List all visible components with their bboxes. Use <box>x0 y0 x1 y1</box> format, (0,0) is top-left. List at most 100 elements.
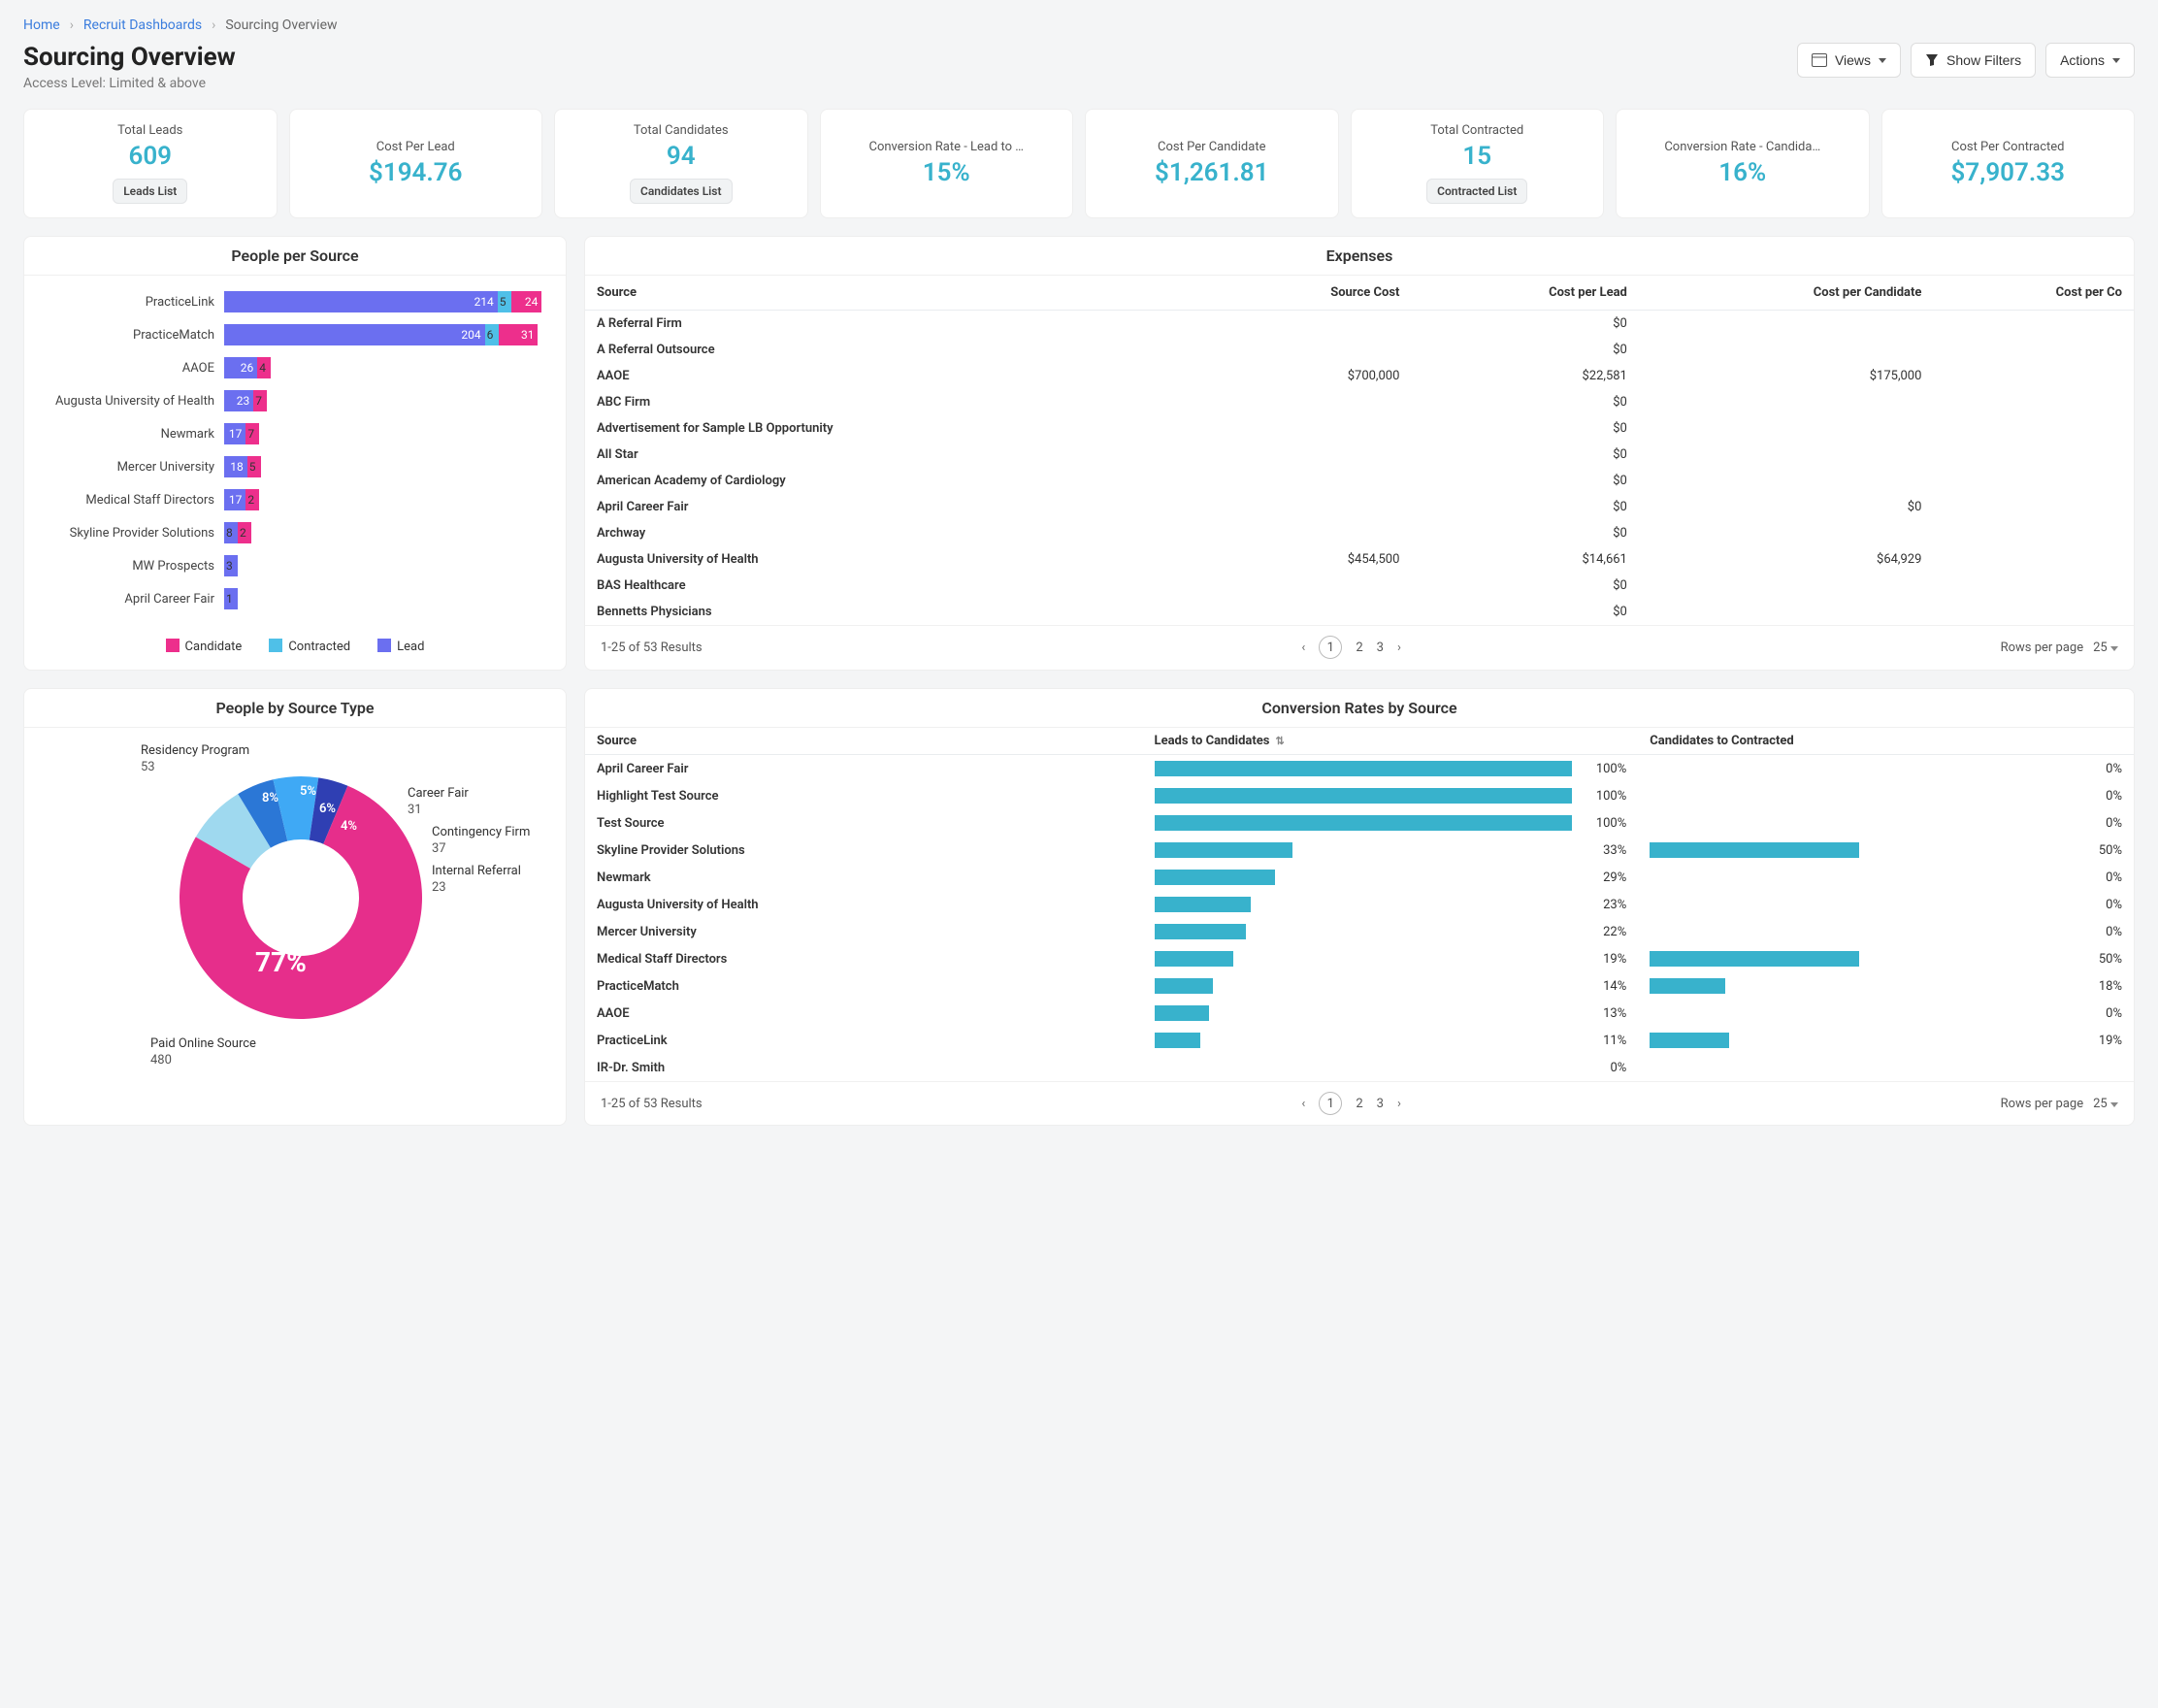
cell-source: Test Source <box>585 809 1143 837</box>
chevron-right-icon: › <box>70 17 74 33</box>
kpi-link-button[interactable]: Contracted List <box>1426 179 1527 204</box>
bar-value: 13% <box>1582 1006 1626 1021</box>
pps-legend: Candidate Contracted Lead <box>24 629 566 670</box>
bar-fill <box>1155 1033 1200 1048</box>
pps-seg-lead: 3 <box>224 555 238 576</box>
col-l2c[interactable]: Leads to Candidates⇅ <box>1143 728 1639 755</box>
legend-candidate: Candidate <box>185 640 243 654</box>
cell-source: All Star <box>585 442 1204 468</box>
kpi-value: 16% <box>1626 158 1859 187</box>
cell-source: Archway <box>585 520 1204 546</box>
pps-bar: 237 <box>224 390 550 411</box>
page-next[interactable]: › <box>1397 1097 1401 1111</box>
page-number[interactable]: 3 <box>1377 1097 1384 1111</box>
cell-bar: 0% <box>1638 864 2134 891</box>
table-row: Advertisement for Sample LB Opportunity$… <box>585 415 2134 442</box>
kpi-card: Cost Per Lead$194.76 <box>289 109 543 218</box>
cell-bar: 0% <box>1638 891 2134 918</box>
page-prev[interactable]: ‹ <box>1301 1097 1305 1111</box>
show-filters-button[interactable]: Show Filters <box>1911 43 2036 78</box>
page-number[interactable]: 1 <box>1319 1092 1342 1115</box>
cell-source: Newmark <box>585 864 1143 891</box>
expenses-col[interactable]: Cost per Candidate <box>1639 276 1934 311</box>
cell-bar: 0% <box>1638 809 2134 837</box>
page-number[interactable]: 3 <box>1377 640 1384 655</box>
cell-value <box>1933 468 2134 494</box>
sort-desc-icon: ⇅ <box>1275 735 1284 747</box>
rows-per-page-select[interactable]: 25 <box>2093 1097 2118 1111</box>
pps-source-label: Newmark <box>40 427 224 442</box>
cell-source: April Career Fair <box>585 494 1204 520</box>
cell-source: A Referral Outsource <box>585 337 1204 363</box>
cell-source: PracticeMatch <box>585 972 1143 1000</box>
cell-source: Advertisement for Sample LB Opportunity <box>585 415 1204 442</box>
expenses-col[interactable]: Source <box>585 276 1204 311</box>
page-number[interactable]: 1 <box>1319 636 1342 659</box>
views-dropdown[interactable]: Views <box>1797 43 1901 78</box>
cell-value <box>1204 599 1411 625</box>
cell-value <box>1639 337 1934 363</box>
table-row: A Referral Firm$0 <box>585 311 2134 338</box>
breadcrumb-home[interactable]: Home <box>23 17 60 33</box>
bar-value: 0% <box>1582 1061 1626 1075</box>
bar-value: 50% <box>2077 952 2122 967</box>
rows-per-page-select[interactable]: 25 <box>2093 640 2118 655</box>
rows-per-page-label: Rows per page <box>2001 1097 2084 1111</box>
table-row: American Academy of Cardiology$0 <box>585 468 2134 494</box>
table-row: Augusta University of Health$454,500$14,… <box>585 546 2134 573</box>
bar-fill <box>1650 842 1858 858</box>
bar-fill <box>1155 951 1234 967</box>
pps-row: April Career Fair1 <box>40 588 550 609</box>
page-number[interactable]: 2 <box>1356 640 1362 655</box>
cell-value <box>1933 363 2134 389</box>
cell-bar: 13% <box>1143 1000 1639 1027</box>
filter-icon <box>1925 53 1939 67</box>
col-c2c[interactable]: Candidates to Contracted <box>1638 728 2134 755</box>
cell-value <box>1204 494 1411 520</box>
kpi-link-button[interactable]: Leads List <box>113 179 187 204</box>
rows-per-page-label: Rows per page <box>2001 640 2084 655</box>
kpi-card: Conversion Rate - Lead to …15% <box>820 109 1074 218</box>
pps-seg-candidate: 7 <box>253 390 267 411</box>
page-next[interactable]: › <box>1397 640 1401 655</box>
breadcrumb-dashboards[interactable]: Recruit Dashboards <box>83 17 202 33</box>
cell-bar: 0% <box>1638 918 2134 945</box>
kpi-link-button[interactable]: Candidates List <box>630 179 733 204</box>
cell-value: $14,661 <box>1411 546 1638 573</box>
pps-row: Skyline Provider Solutions82 <box>40 522 550 543</box>
donut-label-paid-online: Paid Online Source480 <box>150 1036 256 1069</box>
expenses-col[interactable]: Cost per Lead <box>1411 276 1638 311</box>
legend-contracted: Contracted <box>288 640 350 654</box>
pps-source-label: AAOE <box>40 361 224 376</box>
table-row: Highlight Test Source100%0% <box>585 782 2134 809</box>
pps-seg-lead: 1 <box>224 588 238 609</box>
cell-value <box>1933 442 2134 468</box>
pps-source-label: PracticeLink <box>40 295 224 310</box>
cell-value <box>1204 389 1411 415</box>
bar-fill <box>1155 870 1276 885</box>
cell-value <box>1639 311 1934 338</box>
bar-value: 0% <box>2077 816 2122 831</box>
page-number[interactable]: 2 <box>1356 1097 1362 1111</box>
page-prev[interactable]: ‹ <box>1301 640 1305 655</box>
expenses-col[interactable]: Source Cost <box>1204 276 1411 311</box>
cell-source: Skyline Provider Solutions <box>585 837 1143 864</box>
pps-row: PracticeLink214524 <box>40 291 550 312</box>
expenses-col[interactable]: Cost per Co <box>1933 276 2134 311</box>
cell-value <box>1639 468 1934 494</box>
col-source[interactable]: Source <box>585 728 1143 755</box>
caret-down-icon <box>2110 646 2118 651</box>
cell-value: $454,500 <box>1204 546 1411 573</box>
pps-seg-lead: 8 <box>224 522 238 543</box>
cell-value: $0 <box>1411 311 1638 338</box>
bar-fill <box>1155 788 1573 804</box>
table-row: IR-Dr. Smith0% <box>585 1054 2134 1081</box>
actions-dropdown[interactable]: Actions <box>2045 43 2135 78</box>
cell-bar: 18% <box>1638 972 2134 1000</box>
cell-value <box>1933 599 2134 625</box>
donut-pct-career-fair: 5% <box>300 784 316 799</box>
kpi-label: Cost Per Contracted <box>1892 140 2125 154</box>
bar-value: 100% <box>1582 789 1626 804</box>
breadcrumb-current: Sourcing Overview <box>225 17 337 33</box>
cell-value <box>1204 337 1411 363</box>
